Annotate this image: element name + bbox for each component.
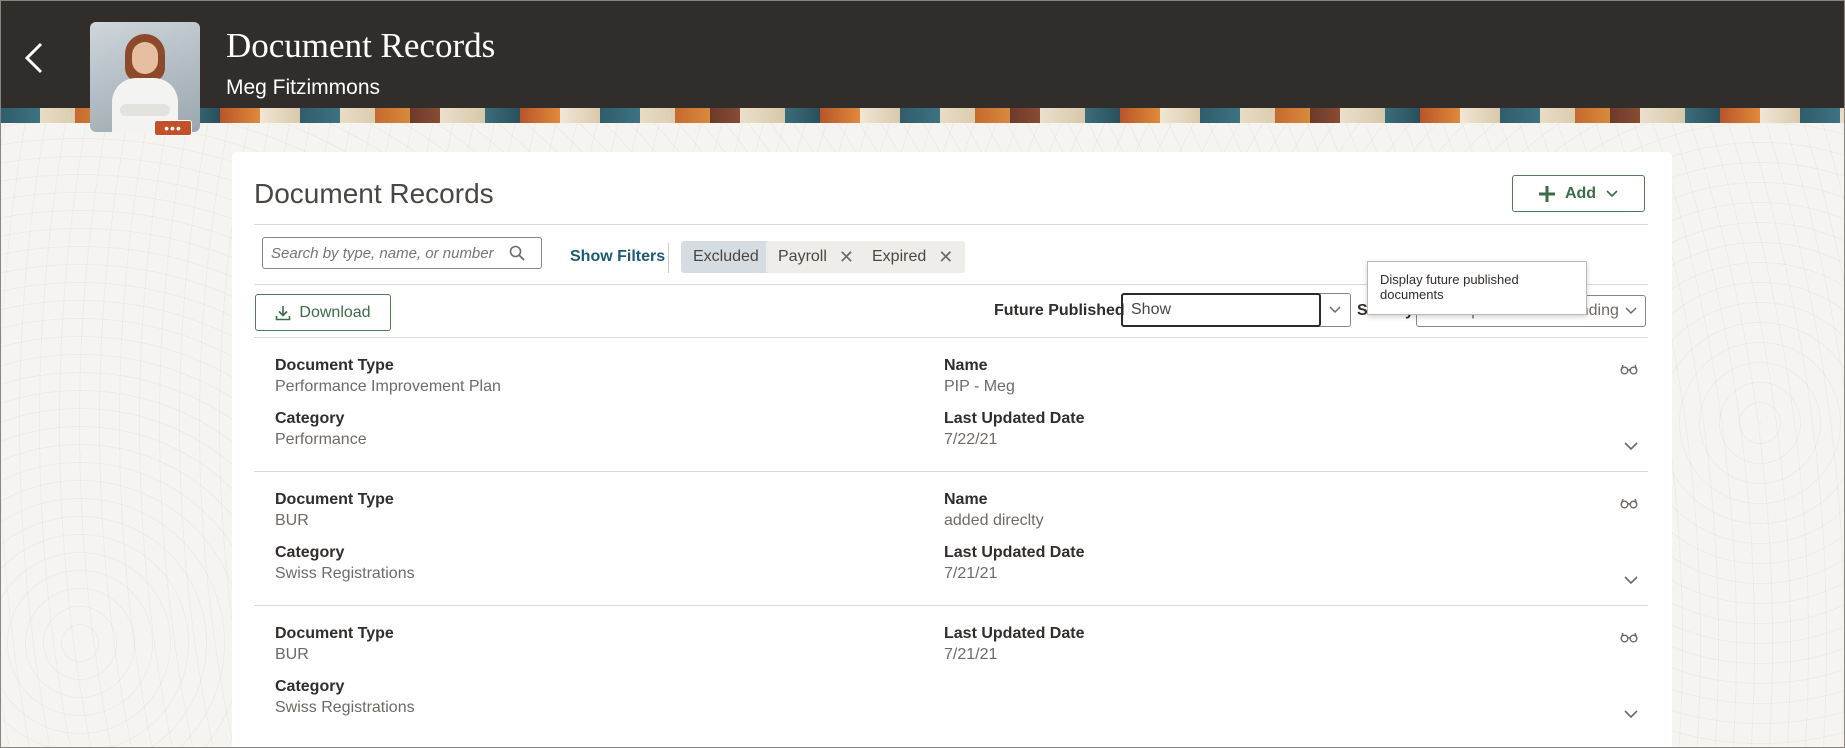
card-title: Document Records bbox=[254, 178, 494, 209]
chevron-down-icon[interactable] bbox=[1624, 438, 1638, 456]
updated-field: Last Updated Date 7/21/21 bbox=[944, 625, 1084, 664]
name-field: Name added direclty bbox=[944, 491, 1044, 530]
download-button-label: Download bbox=[299, 303, 371, 321]
list-item[interactable]: Document Type BUR Category Swiss Registr… bbox=[254, 605, 1648, 739]
avatar-arm bbox=[120, 104, 170, 116]
field-value: 7/21/21 bbox=[944, 565, 998, 582]
doc-type-field: Document Type BUR bbox=[275, 491, 394, 530]
field-value: Performance bbox=[275, 431, 367, 448]
view-glasses-icon[interactable] bbox=[1620, 496, 1638, 514]
future-published-value[interactable]: Show bbox=[1121, 293, 1321, 327]
filter-chip-excluded[interactable]: Excluded bbox=[681, 241, 771, 273]
plus-icon bbox=[1538, 185, 1555, 202]
view-glasses-icon[interactable] bbox=[1620, 362, 1638, 380]
field-value: BUR bbox=[275, 646, 309, 663]
chevron-left-icon bbox=[24, 42, 43, 74]
field-label: Category bbox=[275, 678, 345, 695]
field-label: Document Type bbox=[275, 625, 394, 642]
add-button[interactable]: Add bbox=[1512, 175, 1645, 212]
more-options-button[interactable]: ••• bbox=[154, 120, 192, 136]
search-icon[interactable] bbox=[509, 245, 525, 261]
category-field: Category Performance bbox=[275, 410, 367, 449]
field-label: Last Updated Date bbox=[944, 410, 1085, 427]
field-value: PIP - Meg bbox=[944, 378, 1015, 395]
show-filters-link[interactable]: Show Filters bbox=[570, 248, 665, 266]
avatar[interactable] bbox=[90, 22, 200, 132]
chevron-down-icon[interactable] bbox=[1624, 572, 1638, 590]
field-label: Category bbox=[275, 544, 345, 561]
search-input[interactable] bbox=[271, 244, 509, 262]
field-label: Last Updated Date bbox=[944, 544, 1085, 561]
field-label: Document Type bbox=[275, 357, 394, 374]
close-icon[interactable]: ✕ bbox=[839, 247, 854, 268]
field-label: Last Updated Date bbox=[944, 625, 1085, 642]
chevron-down-icon[interactable] bbox=[1624, 706, 1638, 724]
chip-label: Payroll bbox=[778, 248, 827, 265]
close-icon[interactable]: ✕ bbox=[938, 247, 953, 268]
title-divider bbox=[254, 224, 1648, 225]
chevron-down-icon[interactable] bbox=[1321, 306, 1349, 314]
download-icon bbox=[276, 305, 291, 320]
field-value: added direclty bbox=[944, 512, 1044, 529]
field-value: 7/21/21 bbox=[944, 646, 998, 663]
download-button[interactable]: Download bbox=[255, 294, 391, 331]
add-button-label: Add bbox=[1564, 184, 1597, 202]
person-name: Meg Fitzimmons bbox=[226, 76, 381, 99]
field-value: Performance Improvement Plan bbox=[275, 378, 501, 395]
field-label: Category bbox=[275, 410, 345, 427]
future-published-label: Future Published bbox=[994, 302, 1125, 319]
future-published-select[interactable]: Show bbox=[1121, 293, 1351, 327]
list-item[interactable]: Document Type Performance Improvement Pl… bbox=[254, 337, 1648, 471]
doc-type-field: Document Type Performance Improvement Pl… bbox=[275, 357, 501, 396]
category-field: Category Swiss Registrations bbox=[275, 678, 415, 717]
field-label: Document Type bbox=[275, 491, 394, 508]
field-label: Name bbox=[944, 357, 988, 374]
view-glasses-icon[interactable] bbox=[1620, 630, 1638, 648]
updated-field: Last Updated Date 7/21/21 bbox=[944, 544, 1084, 583]
category-field: Category Swiss Registrations bbox=[275, 544, 415, 583]
field-value: 7/22/21 bbox=[944, 431, 998, 448]
back-button[interactable] bbox=[16, 38, 52, 78]
doc-type-field: Document Type BUR bbox=[275, 625, 394, 664]
records-list: Document Type Performance Improvement Pl… bbox=[254, 337, 1648, 739]
banner-pattern bbox=[0, 108, 1845, 123]
field-value: BUR bbox=[275, 512, 309, 529]
field-label: Name bbox=[944, 491, 988, 508]
chip-label: Excluded bbox=[693, 248, 759, 265]
future-published-tooltip: Display future published documents bbox=[1367, 261, 1587, 315]
list-item[interactable]: Document Type BUR Category Swiss Registr… bbox=[254, 471, 1648, 605]
page-title: Document Records bbox=[226, 26, 496, 65]
updated-field: Last Updated Date 7/22/21 bbox=[944, 410, 1084, 449]
chevron-down-icon bbox=[1606, 189, 1618, 197]
field-value: Swiss Registrations bbox=[275, 699, 415, 716]
filter-chip-expired[interactable]: Expired ✕ bbox=[860, 241, 966, 273]
filter-chip-payroll[interactable]: Payroll ✕ bbox=[766, 241, 866, 273]
filter-separator bbox=[668, 243, 669, 273]
name-field: Name PIP - Meg bbox=[944, 357, 1015, 396]
document-records-card: Document Records Add Show Filters Exclud… bbox=[232, 152, 1672, 748]
avatar-face bbox=[132, 42, 158, 74]
search-field[interactable] bbox=[262, 237, 542, 269]
field-value: Swiss Registrations bbox=[275, 565, 415, 582]
chip-label: Expired bbox=[872, 248, 927, 265]
chevron-down-icon bbox=[1625, 307, 1637, 315]
